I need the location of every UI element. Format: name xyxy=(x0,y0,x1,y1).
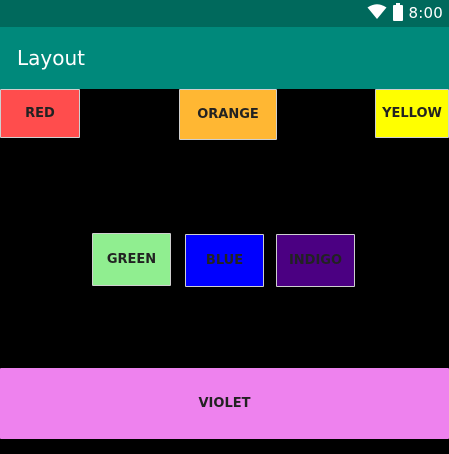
wifi-icon xyxy=(367,3,387,24)
app-screen: 8:00 Layout RED ORANGE YELLOW GREEN BLUE… xyxy=(0,0,449,454)
status-indicators: 8:00 xyxy=(367,0,443,27)
green-button[interactable]: GREEN xyxy=(92,233,171,286)
indigo-button[interactable]: INDIGO xyxy=(276,234,355,287)
status-bar: 8:00 xyxy=(0,0,449,27)
yellow-button[interactable]: YELLOW xyxy=(375,89,449,138)
app-title: Layout xyxy=(17,46,85,70)
violet-button[interactable]: VIOLET xyxy=(0,368,449,439)
red-button[interactable]: RED xyxy=(0,89,80,138)
app-bar: Layout xyxy=(0,27,449,89)
battery-icon xyxy=(392,2,403,25)
blue-button[interactable]: BLUE xyxy=(185,234,264,287)
orange-button[interactable]: ORANGE xyxy=(179,89,277,140)
status-time: 8:00 xyxy=(408,4,443,22)
